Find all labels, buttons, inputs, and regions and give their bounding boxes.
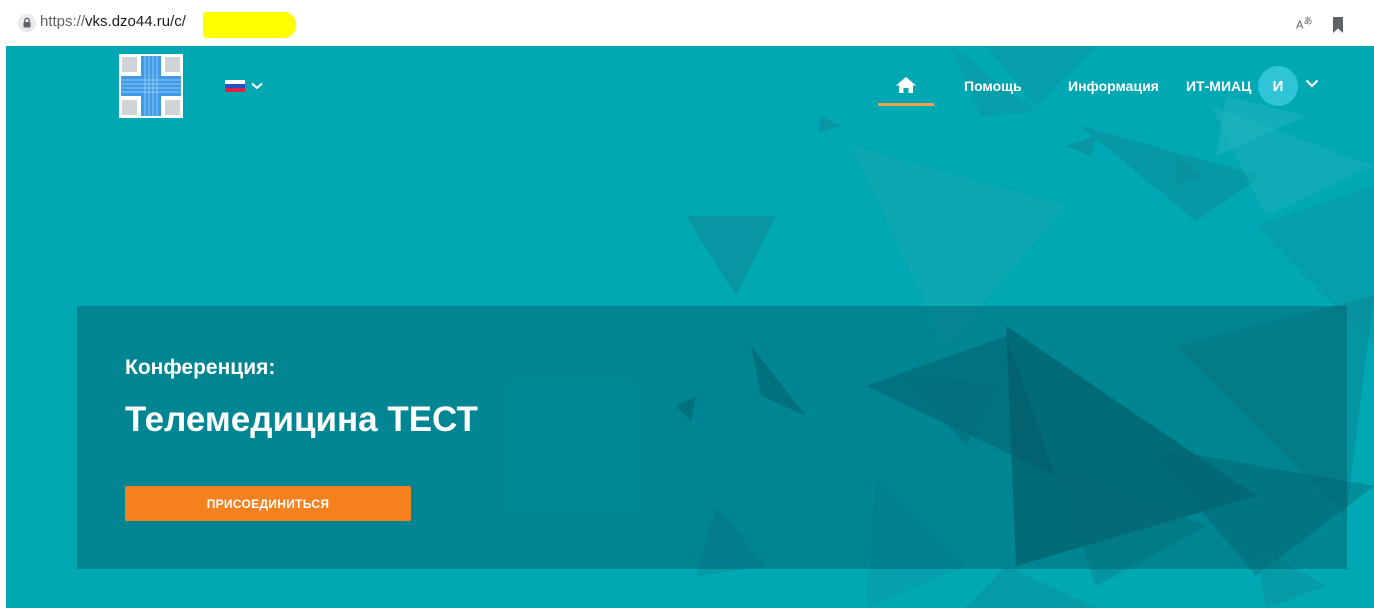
nav-help[interactable]: Помощь: [964, 78, 1022, 94]
home-icon: [896, 77, 916, 93]
language-selector[interactable]: [225, 78, 263, 94]
nav-user-name[interactable]: ИТ-МИАЦ: [1186, 78, 1251, 94]
avatar[interactable]: И: [1258, 66, 1298, 106]
url-field[interactable]: https://vks.dzo44.ru/c/: [40, 13, 186, 30]
bookmark-icon[interactable]: [1332, 17, 1344, 33]
address-bar: https://vks.dzo44.ru/c/ Aあ: [0, 0, 1374, 46]
lock-icon: [18, 14, 36, 32]
page-content: Помощь Информация ИТ-МИАЦ И Конференция:…: [6, 46, 1374, 608]
translate-icon[interactable]: Aあ: [1296, 14, 1313, 32]
nav-information[interactable]: Информация: [1068, 78, 1159, 94]
url-protocol: https://: [40, 13, 86, 30]
url-path: vks.dzo44.ru/c/: [85, 13, 186, 30]
url-redaction: [203, 12, 296, 38]
chevron-down-icon: [251, 82, 263, 90]
conference-panel: Конференция: Телемедицина ТЕСТ ПРИСОЕДИН…: [77, 306, 1347, 569]
russia-flag-icon: [225, 79, 245, 93]
conference-title: Телемедицина ТЕСТ: [125, 400, 478, 439]
nav-home[interactable]: [878, 74, 934, 106]
active-nav-underline: [878, 103, 934, 106]
conference-label: Конференция:: [125, 356, 276, 379]
join-button[interactable]: ПРИСОЕДИНИТЬСЯ: [125, 486, 411, 521]
logo[interactable]: [119, 54, 183, 118]
user-menu-chevron-icon[interactable]: [1305, 79, 1319, 88]
